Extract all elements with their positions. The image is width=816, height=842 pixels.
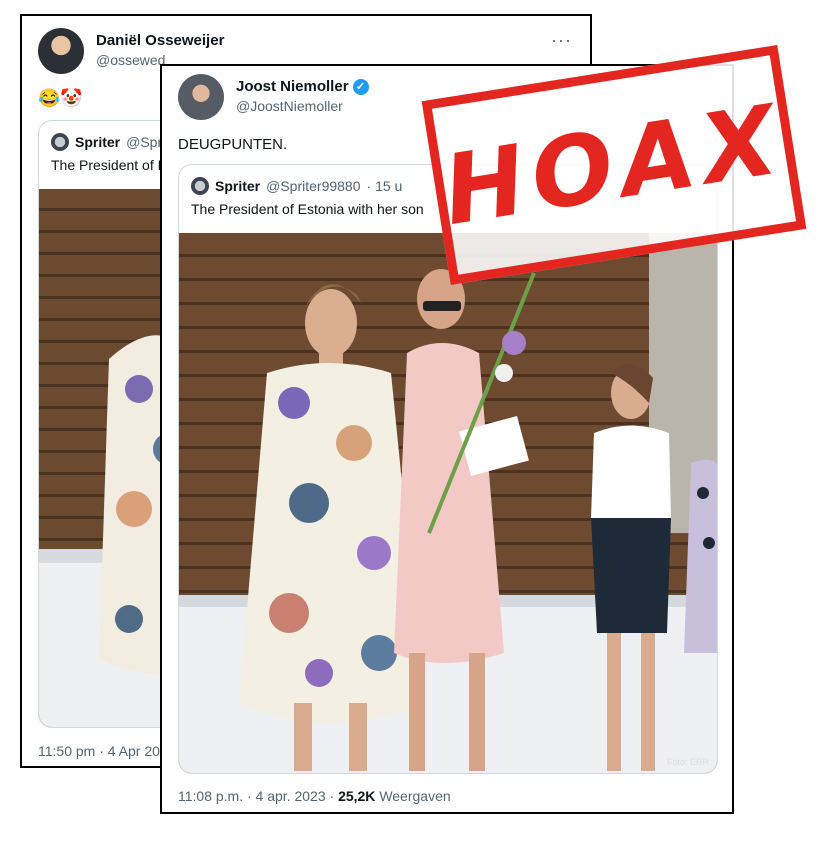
avatar[interactable] (38, 28, 84, 74)
photo-illustration (179, 233, 717, 773)
verified-badge-icon: ✓ (352, 78, 369, 95)
hoax-stamp-label: HOAX (436, 82, 792, 248)
author-handle[interactable]: @ossewed (96, 52, 165, 68)
quoted-tweet-text: The President of E (51, 157, 167, 173)
views-count: 25,2K (338, 788, 376, 804)
author-handle[interactable]: @JoostNiemoller (236, 98, 343, 114)
more-options-icon[interactable]: ··· (551, 30, 572, 51)
photo-watermark: Foto: ERR (666, 757, 709, 767)
timestamp[interactable]: 11:08 p.m. · 4 apr. 2023 · (178, 788, 334, 804)
tweet-text: DEUGPUNTEN. (178, 136, 288, 153)
avatar[interactable] (178, 74, 224, 120)
quoted-time: · 15 u (366, 178, 403, 194)
quoted-tweet-header: Spriter @Spriter99880 · 15 u (191, 177, 402, 195)
views-label: Weergaven (379, 788, 451, 804)
author-name[interactable]: Daniël Osseweijer (96, 32, 224, 49)
quoted-photo[interactable] (179, 233, 717, 773)
tweet-text: 😂🤡 (38, 88, 83, 108)
author-name[interactable]: Joost Niemoller (236, 78, 349, 95)
tweet-meta: 11:08 p.m. · 4 apr. 2023 · 25,2K Weergav… (178, 788, 451, 804)
timestamp[interactable]: 11:50 pm · 4 Apr 20 (38, 743, 160, 759)
quoted-avatar (191, 177, 209, 195)
quoted-tweet-header: Spriter @Spri (51, 133, 165, 151)
quoted-author-name: Spriter (75, 134, 121, 150)
quoted-author-name: Spriter (215, 178, 261, 194)
quoted-author-handle: @Spriter99880 (266, 178, 361, 194)
quoted-tweet-text: The President of Estonia with her son (191, 201, 424, 217)
author-name-row[interactable]: Joost Niemoller ✓ (236, 78, 369, 95)
quoted-avatar (51, 133, 69, 151)
